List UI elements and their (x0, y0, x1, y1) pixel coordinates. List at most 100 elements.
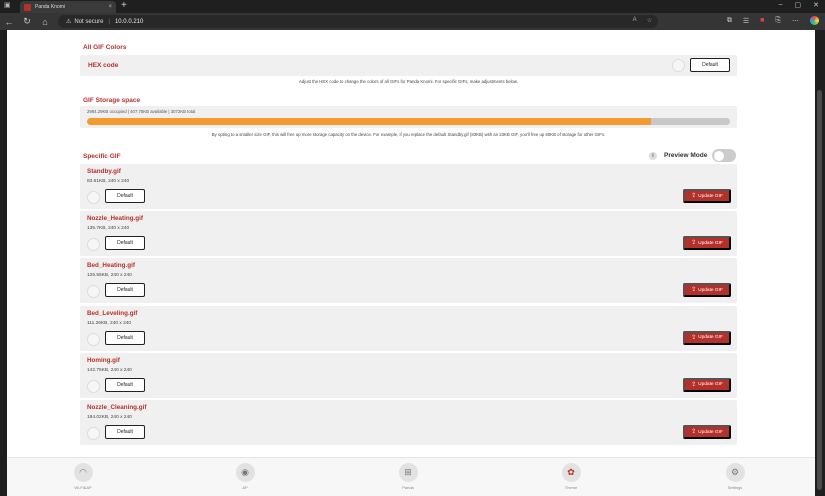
gif-card: Homing.gif 142.75KB, 240 x 240 Default ⇪ Upd… (80, 352, 737, 398)
network-icon: ⊞ (398, 463, 418, 482)
update-gif-button[interactable]: ⇪ Update GIF (683, 236, 731, 251)
info-icon[interactable]: i (649, 152, 657, 160)
extension-icon[interactable]: ■ (760, 17, 764, 24)
home-icon[interactable]: ⌂ (36, 17, 54, 27)
gif-color-swatch[interactable] (87, 285, 100, 299)
nav-label: Panda (402, 485, 414, 490)
gif-default-button[interactable]: Default (105, 189, 145, 203)
collections-icon[interactable]: ⎘ (775, 17, 781, 25)
gif-color-swatch[interactable] (87, 332, 100, 346)
gif-default-button[interactable]: Default (105, 236, 145, 251)
nav-label: Theme (564, 485, 578, 490)
gif-card: Bed_Leveling.gif 111.26KB, 240 x 240 Defau… (80, 305, 737, 351)
storage-panel: 2984.29KB occupied | 407.75KB available … (80, 106, 737, 128)
browser-toolbar: ← ↻ ⌂ ⚠ Not secure | 10.0.0.210 A ☆ (0, 13, 825, 30)
gif-meta: 125.55KB, 240 x 240 (87, 273, 132, 279)
preview-mode-label: Preview Mode (664, 152, 708, 159)
nav-label: AP (242, 485, 248, 490)
storage-help: By opting to a smaller size GIF, this wi… (211, 132, 606, 137)
update-gif-label: Update GIF (698, 429, 723, 435)
hex-code-label: HEX code (88, 62, 119, 69)
tab-title: Panda Knomi (35, 4, 66, 10)
window-controls: – ▢ ✕ (779, 1, 819, 9)
upload-icon: ⇪ (691, 287, 697, 294)
specific-gif-title: Specific GIF (83, 153, 121, 160)
maximize-icon[interactable]: ▢ (795, 1, 802, 9)
gif-meta: 184.02KB, 240 x 240 (87, 415, 132, 420)
gif-card: Nozzle_Cleaning.gif 184.02KB, 240 x 240 De… (80, 400, 737, 445)
back-icon[interactable]: ← (0, 17, 18, 27)
close-window-icon[interactable]: ✕ (813, 1, 819, 9)
gif-colors-help: Adjust the HEX code to change the colors… (298, 79, 518, 84)
tab-strip: ▣ Panda Knomi × + – ▢ ✕ (0, 0, 825, 13)
toolbar-extensions: ⧉ ☰ ■ ⎘ ⋯ (727, 16, 819, 25)
storage-progress-bar (87, 118, 730, 125)
update-gif-label: Update GIF (698, 240, 723, 246)
gif-meta: 135.7KB, 240 x 240 (87, 226, 130, 232)
more-menu-icon[interactable]: ⋯ (792, 17, 799, 25)
update-gif-label: Update GIF (698, 193, 723, 199)
favorites-icon[interactable]: ☰ (743, 17, 749, 25)
browser-window: ▣ Panda Knomi × + – ▢ ✕ ← ↻ ⌂ ⚠ Not secu… (0, 0, 825, 496)
update-gif-button[interactable]: ⇪ Update GIF (683, 189, 731, 203)
gif-colors-title: All GIF Colors (83, 44, 127, 51)
preview-mode-toggle[interactable] (712, 149, 736, 162)
split-screen-icon[interactable]: ⧉ (727, 17, 732, 25)
gif-color-swatch[interactable] (87, 379, 100, 393)
warning-icon[interactable]: ⚠ (66, 18, 71, 25)
upload-icon: ⇪ (691, 381, 697, 388)
tab-active[interactable]: Panda Knomi × (20, 1, 116, 13)
gif-name: Standby.gif (87, 168, 121, 175)
update-gif-button[interactable]: ⇪ Update GIF (683, 377, 731, 392)
security-label[interactable]: Not secure (74, 19, 103, 25)
url-text[interactable]: 10.0.0.210 (115, 19, 143, 25)
nav-item-panda[interactable]: ⊞ Panda (388, 463, 428, 490)
gif-default-button[interactable]: Default (105, 377, 145, 392)
nav-item-ap[interactable]: ◉ AP (225, 463, 265, 490)
wifi-icon: ◠ (73, 463, 93, 482)
update-gif-button[interactable]: ⇪ Update GIF (683, 283, 731, 298)
page-scrollbar[interactable] (815, 30, 825, 496)
minimize-icon[interactable]: – (779, 1, 783, 9)
separator: | (108, 18, 110, 25)
hex-color-swatch[interactable] (672, 59, 685, 72)
nav-label: Wi-Fi&AP (74, 485, 92, 490)
nav-item-wi-fi-ap[interactable]: ◠ Wi-Fi&AP (63, 463, 103, 490)
storage-progress-fill (87, 118, 651, 125)
scrollbar-thumb[interactable] (817, 90, 822, 490)
address-bar[interactable]: ⚠ Not secure | 10.0.0.210 A ☆ (58, 15, 658, 28)
gif-color-swatch[interactable] (87, 238, 100, 252)
tab-close-icon[interactable]: × (108, 4, 112, 10)
new-tab-button[interactable]: + (121, 0, 127, 12)
gif-name: Nozzle_Heating.gif (87, 215, 143, 223)
gif-default-button[interactable]: Default (105, 283, 145, 298)
gif-meta: 111.26KB, 240 x 240 (87, 320, 132, 326)
update-gif-label: Update GIF (698, 287, 723, 293)
read-aloud-icon[interactable]: A (633, 17, 637, 24)
gif-name: Bed_Leveling.gif (87, 309, 138, 317)
gif-color-swatch[interactable] (87, 427, 100, 440)
gif-default-button[interactable]: Default (105, 425, 145, 439)
profile-avatar[interactable] (810, 16, 819, 25)
bookmark-star-icon[interactable]: ☆ (647, 17, 652, 24)
palette-icon: ✿ (561, 463, 581, 482)
antenna-icon: ◉ (235, 463, 255, 482)
update-gif-label: Update GIF (698, 335, 723, 341)
favicon-icon (24, 3, 31, 11)
gif-color-swatch[interactable] (87, 191, 100, 204)
gif-name: Bed_Heating.gif (87, 262, 135, 270)
address-bar-actions: A ☆ (633, 17, 652, 24)
nav-item-settings[interactable]: ⚙ Settings (715, 463, 755, 490)
upload-icon: ⇪ (691, 193, 697, 199)
gif-default-button[interactable]: Default (105, 330, 145, 345)
update-gif-button[interactable]: ⇪ Update GIF (683, 330, 731, 345)
nav-item-theme[interactable]: ✿ Theme (551, 463, 591, 490)
reload-icon[interactable]: ↻ (18, 16, 36, 27)
update-gif-button[interactable]: ⇪ Update GIF (683, 425, 731, 439)
hex-default-button[interactable]: Default (690, 58, 730, 72)
gif-card: Standby.gif 83.61KB, 240 x 240 Default ⇪ Upd… (80, 164, 737, 209)
nav-label: Settings (727, 485, 743, 490)
tab-search-icon[interactable]: ▣ (4, 1, 11, 9)
storage-title: GIF Storage space (83, 97, 141, 104)
gif-meta: 83.61KB, 240 x 240 (87, 179, 130, 184)
